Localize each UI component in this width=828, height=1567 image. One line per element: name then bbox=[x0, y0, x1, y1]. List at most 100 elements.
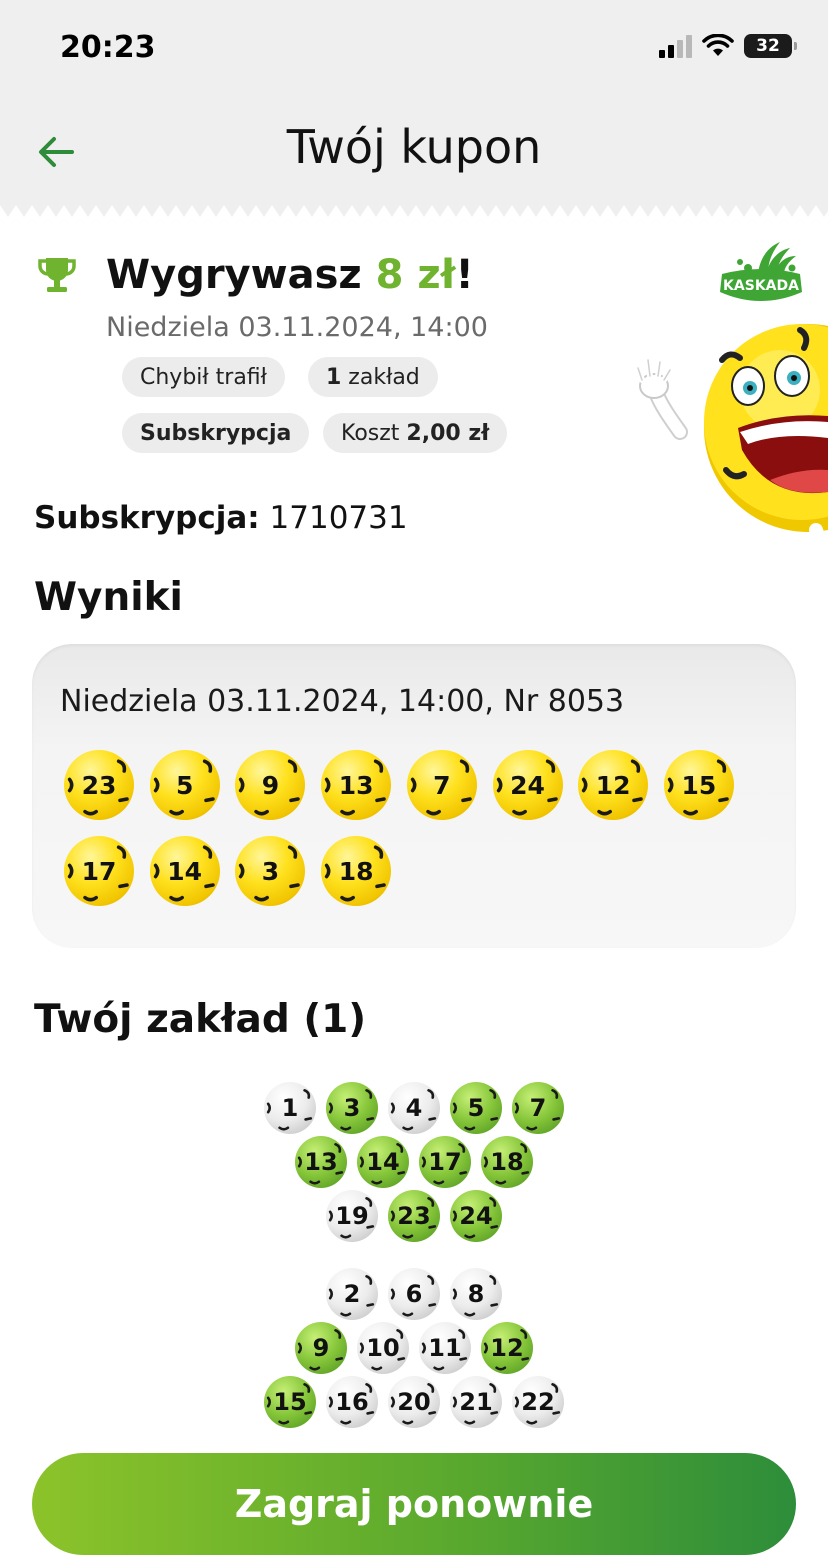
bet-ball-hit: 3 bbox=[326, 1082, 378, 1134]
bet-ball-miss-number: 20 bbox=[397, 1388, 431, 1416]
drawn-ball-number: 5 bbox=[175, 770, 194, 800]
page-title: Twój kupon bbox=[286, 120, 542, 174]
win-suffix: ! bbox=[455, 252, 474, 298]
subscription-label: Subskrypcja: bbox=[34, 500, 260, 536]
drawn-ball-number: 23 bbox=[81, 770, 117, 800]
bet-ball-hit: 7 bbox=[512, 1082, 564, 1134]
drawn-ball-number: 12 bbox=[595, 770, 631, 800]
chip-cost: Koszt 2,00 zł bbox=[323, 413, 508, 453]
play-again-button[interactable]: Zagraj ponownie bbox=[32, 1453, 796, 1555]
chip-subscription: Subskrypcja bbox=[122, 413, 310, 453]
subscription-line: Subskrypcja: 1710731 bbox=[34, 500, 408, 536]
drawn-ball: 18 bbox=[321, 836, 392, 906]
bet-ball-hit: 12 bbox=[481, 1322, 533, 1374]
chip-bet-type-label: Chybił trafił bbox=[140, 364, 267, 390]
bet-ball-hit: 23 bbox=[388, 1190, 440, 1242]
bets-count: 1 bbox=[326, 364, 342, 390]
drawn-ball: 23 bbox=[64, 750, 134, 820]
wifi-icon bbox=[702, 34, 734, 56]
battery-level: 32 bbox=[756, 36, 780, 56]
bet-ball-miss: 8 bbox=[450, 1268, 502, 1320]
drawn-ball-number: 7 bbox=[433, 770, 451, 800]
bet-ball-miss-number: 21 bbox=[459, 1388, 493, 1416]
drawn-ball: 17 bbox=[64, 836, 134, 906]
drawn-ball-number: 18 bbox=[338, 856, 374, 886]
bet-ball-hit-number: 3 bbox=[343, 1094, 361, 1122]
bet-ball-miss-number: 6 bbox=[405, 1280, 423, 1308]
bet-ball-hit-number: 14 bbox=[366, 1148, 400, 1176]
bet-ball-hit-number: 24 bbox=[459, 1202, 493, 1230]
drawn-ball-number: 3 bbox=[261, 856, 280, 886]
bet-ball-hit-number: 7 bbox=[529, 1094, 547, 1122]
chip-bet-type: Chybił trafił bbox=[122, 357, 285, 397]
bet-ball-miss: 11 bbox=[419, 1322, 471, 1374]
drawn-ball-number: 13 bbox=[338, 770, 374, 800]
drawn-ball-number: 9 bbox=[261, 770, 280, 800]
bet-ball-miss: 16 bbox=[326, 1376, 378, 1428]
bet-ball-hit: 15 bbox=[264, 1376, 316, 1428]
drawn-ball: 9 bbox=[235, 750, 306, 820]
bet-ball-miss: 10 bbox=[357, 1322, 409, 1374]
bet-ball-miss-number: 4 bbox=[405, 1094, 423, 1122]
bets-label: zakład bbox=[341, 364, 420, 390]
trophy-icon bbox=[38, 258, 76, 292]
bet-ball-hit-number: 9 bbox=[312, 1334, 330, 1362]
drawn-ball: 5 bbox=[149, 750, 220, 820]
win-prefix: Wygrywasz bbox=[106, 252, 376, 298]
drawn-ball: 24 bbox=[492, 750, 563, 820]
bet-ball-miss: 20 bbox=[388, 1376, 440, 1428]
subscription-number: 1710731 bbox=[259, 500, 408, 536]
kaskada-logo: KASKADA bbox=[720, 242, 802, 301]
drawn-ball: 15 bbox=[663, 750, 734, 820]
draw-date: Niedziela 03.11.2024, 14:00 bbox=[106, 312, 488, 343]
status-icons: 32 bbox=[659, 34, 797, 58]
bet-ball-hit-number: 13 bbox=[304, 1148, 338, 1176]
bet-ball-miss-number: 10 bbox=[366, 1334, 400, 1362]
header-zigzag-edge bbox=[0, 205, 828, 217]
bet-ball-miss-number: 1 bbox=[281, 1094, 299, 1122]
bet-ball-hit-number: 12 bbox=[490, 1334, 524, 1362]
cost-label: Koszt bbox=[341, 420, 407, 446]
bet-ball-miss: 22 bbox=[512, 1376, 564, 1428]
bet-ball-miss-number: 19 bbox=[335, 1202, 369, 1230]
bet-ball-hit-number: 18 bbox=[490, 1148, 524, 1176]
draw-info: Niedziela 03.11.2024, 14:00, Nr 8053 bbox=[60, 684, 625, 719]
bet-ball-miss-number: 11 bbox=[428, 1334, 462, 1362]
bet-ball-hit: 5 bbox=[450, 1082, 502, 1134]
bet-ball-miss: 6 bbox=[388, 1268, 440, 1320]
chip-bets-count: 1 zakład bbox=[308, 357, 438, 397]
bet-ball-hit: 14 bbox=[357, 1136, 409, 1188]
drawn-ball: 13 bbox=[321, 750, 392, 820]
drawn-ball-number: 24 bbox=[510, 770, 545, 800]
bet-ball-hit: 18 bbox=[481, 1136, 533, 1188]
drawn-ball: 12 bbox=[578, 750, 649, 820]
drawn-ball-number: 15 bbox=[681, 770, 717, 800]
results-heading: Wyniki bbox=[34, 575, 183, 620]
bet-ball-miss-number: 16 bbox=[335, 1388, 369, 1416]
chip-subscription-label: Subskrypcja bbox=[140, 420, 292, 446]
bet-ball-miss: 1 bbox=[264, 1082, 316, 1134]
bet-heading: Twój zakład (1) bbox=[34, 997, 367, 1042]
header-bar: 20:23 32 Twój kupon bbox=[0, 0, 828, 205]
drawn-ball-number: 14 bbox=[167, 856, 203, 886]
win-headline: Wygrywasz 8 zł! bbox=[106, 252, 474, 298]
mascot-ball-character bbox=[635, 324, 828, 570]
bet-ball-hit-number: 17 bbox=[428, 1148, 462, 1176]
cellular-signal-icon bbox=[659, 34, 692, 58]
drawn-ball: 3 bbox=[235, 836, 306, 906]
bet-ball-miss-number: 8 bbox=[467, 1280, 485, 1308]
drawn-ball-number: 17 bbox=[81, 856, 117, 886]
bet-ball-miss: 4 bbox=[388, 1082, 440, 1134]
kaskada-logo-text: KASKADA bbox=[723, 278, 799, 294]
bet-ball-hit-number: 23 bbox=[397, 1202, 431, 1230]
bet-ball-miss: 19 bbox=[326, 1190, 378, 1242]
bet-ball-miss: 2 bbox=[326, 1268, 378, 1320]
bet-ball-hit: 24 bbox=[450, 1190, 502, 1242]
bet-ball-miss-number: 2 bbox=[343, 1280, 361, 1308]
bet-ball-miss-number: 22 bbox=[521, 1388, 555, 1416]
cost-value: 2,00 zł bbox=[406, 420, 490, 446]
bet-ball-hit: 13 bbox=[295, 1136, 347, 1188]
battery-icon: 32 bbox=[744, 34, 797, 58]
drawn-ball: 14 bbox=[149, 836, 220, 906]
bet-ball-hit-number: 15 bbox=[273, 1388, 307, 1416]
